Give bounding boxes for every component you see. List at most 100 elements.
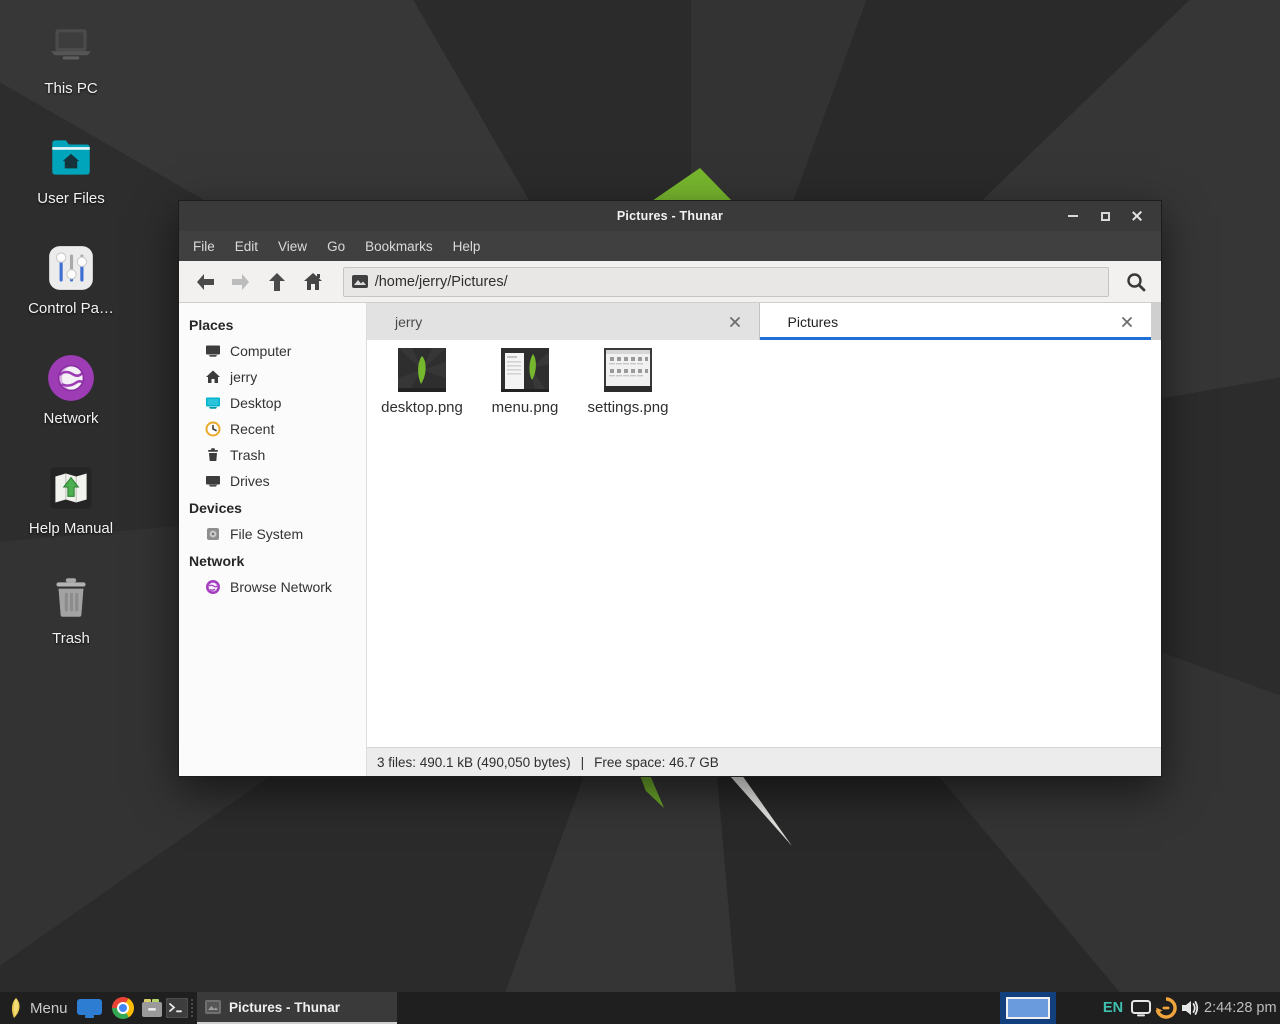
up-button[interactable] [259, 266, 295, 298]
path-bar[interactable]: /home/jerry/Pictures/ [343, 267, 1109, 297]
sidebar-item-browse-network[interactable]: Browse Network [179, 574, 366, 600]
sidebar-item-label: jerry [230, 369, 257, 385]
show-desktop-button[interactable] [74, 992, 104, 1024]
sidebar-item-jerry[interactable]: jerry [179, 364, 366, 390]
trash-icon [205, 447, 221, 463]
menu-help[interactable]: Help [443, 234, 491, 259]
close-icon [1131, 210, 1143, 222]
menu-bookmarks[interactable]: Bookmarks [355, 234, 443, 259]
tab-close-button[interactable] [1117, 312, 1137, 332]
file-name: desktop.png [374, 399, 470, 416]
sidebar-item-label: Recent [230, 421, 274, 437]
desktop-icon-label: This PC [16, 80, 126, 97]
tab-bar: jerry Pictures [367, 303, 1161, 340]
settings-screenshot-thumbnail [604, 348, 652, 392]
desktop-icon-label: Trash [16, 630, 126, 647]
sidebar-item-desktop[interactable]: Desktop [179, 390, 366, 416]
help-manual-icon [45, 462, 97, 514]
file-menu-png[interactable]: menu.png [477, 348, 573, 416]
app-menu-button[interactable]: Menu [0, 992, 72, 1024]
search-icon [1126, 272, 1146, 292]
network-globe-icon [205, 579, 221, 595]
recent-clock-icon [205, 421, 221, 437]
update-notifier-button[interactable] [1152, 992, 1180, 1024]
sidebar-item-label: Computer [230, 343, 291, 359]
sidebar-item-label: Browse Network [230, 579, 332, 595]
terminal-launcher[interactable] [164, 992, 190, 1024]
desktop-icon-help-manual[interactable]: Help Manual [16, 462, 126, 537]
taskbar-window-button[interactable]: Pictures - Thunar [197, 992, 397, 1024]
computer-icon [45, 22, 97, 74]
sidebar-section-places: Places [179, 311, 366, 338]
workspace-1[interactable] [1006, 997, 1050, 1019]
file-pane[interactable]: desktop.png menu.png [367, 340, 1161, 747]
taskbar-clock[interactable]: 2:44:28 pm [1204, 992, 1280, 1024]
up-arrow-icon [268, 272, 286, 292]
desktop-icon-label: Help Manual [16, 520, 126, 537]
minimize-button[interactable] [1057, 201, 1089, 231]
desktop-icon-trash[interactable]: Trash [16, 572, 126, 647]
menu-file[interactable]: File [183, 234, 225, 259]
close-icon [1122, 317, 1132, 327]
path-text: /home/jerry/Pictures/ [375, 274, 508, 290]
desktop-icon-user-files[interactable]: User Files [16, 132, 126, 207]
show-desktop-icon [77, 999, 102, 1018]
window-title: Pictures - Thunar [617, 209, 723, 223]
home-icon [303, 272, 323, 291]
file-name: menu.png [477, 399, 573, 416]
sidebar-section-network: Network [179, 547, 366, 574]
picture-location-icon [352, 275, 368, 288]
window-controls [1057, 201, 1153, 231]
tab-jerry[interactable]: jerry [367, 303, 760, 340]
menu-view[interactable]: View [268, 234, 317, 259]
sidebar-item-computer[interactable]: Computer [179, 338, 366, 364]
close-button[interactable] [1121, 201, 1153, 231]
sidebar-item-trash[interactable]: Trash [179, 442, 366, 468]
update-refresh-icon [1155, 997, 1177, 1019]
file-manager-launcher[interactable] [138, 992, 166, 1024]
sidebar-item-drives[interactable]: Drives [179, 468, 366, 494]
file-settings-png[interactable]: settings.png [580, 348, 676, 416]
menu-edit[interactable]: Edit [225, 234, 268, 259]
search-button[interactable] [1117, 265, 1155, 299]
status-bar: 3 files: 490.1 kB (490,050 bytes) | Free… [367, 747, 1161, 776]
workspace-switcher[interactable] [1000, 992, 1056, 1024]
file-cabinet-icon [141, 998, 163, 1018]
home-button[interactable] [295, 266, 331, 298]
terminal-icon [166, 998, 188, 1018]
maximize-icon [1101, 212, 1110, 221]
menu-go[interactable]: Go [317, 234, 355, 259]
forward-button[interactable] [223, 266, 259, 298]
desktop-screenshot-thumbnail [398, 348, 446, 392]
keyboard-layout-label: EN [1103, 1000, 1123, 1016]
keyboard-layout-indicator[interactable]: EN [1098, 992, 1128, 1024]
maximize-button[interactable] [1089, 201, 1121, 231]
chrome-icon [112, 997, 134, 1019]
file-desktop-png[interactable]: desktop.png [374, 348, 470, 416]
menubar: File Edit View Go Bookmarks Help [179, 231, 1161, 261]
desktop-icon-control-panel[interactable]: Control Pa… [16, 242, 126, 317]
desktop-icon-label: Network [16, 410, 126, 427]
home-folder-icon [45, 132, 97, 184]
sidebar-item-file-system[interactable]: File System [179, 521, 366, 547]
sidebar-item-label: Trash [230, 447, 265, 463]
sidebar-section-devices: Devices [179, 494, 366, 521]
control-panel-icon [45, 242, 97, 294]
network-globe-icon [45, 352, 97, 404]
desktop-icon-network[interactable]: Network [16, 352, 126, 427]
taskbar: Menu Pictures - Thunar [0, 992, 1280, 1024]
tab-label: Pictures [788, 314, 839, 330]
toolbar: /home/jerry/Pictures/ [179, 261, 1161, 303]
volume-button[interactable] [1178, 992, 1204, 1024]
menu-feather-icon [8, 997, 23, 1019]
chrome-launcher[interactable] [108, 992, 138, 1024]
desktop-icon-this-pc[interactable]: This PC [16, 22, 126, 97]
display-tray-button[interactable] [1128, 992, 1154, 1024]
back-button[interactable] [187, 266, 223, 298]
window-titlebar[interactable]: Pictures - Thunar [179, 201, 1161, 231]
tab-close-button[interactable] [725, 312, 745, 332]
menu-screenshot-thumbnail [501, 348, 549, 392]
sidebar-item-recent[interactable]: Recent [179, 416, 366, 442]
forward-arrow-icon [230, 273, 252, 291]
tab-pictures[interactable]: Pictures [760, 303, 1152, 340]
